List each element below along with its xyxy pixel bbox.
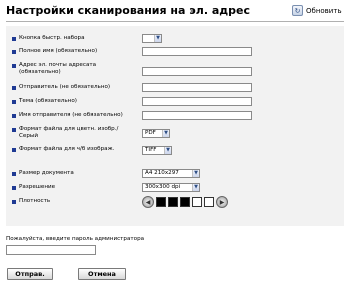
bullet-icon: [12, 186, 16, 190]
density-level-box[interactable]: [180, 197, 190, 207]
bullet-icon: [12, 64, 16, 68]
speed-dial-select[interactable]: ▼: [142, 34, 162, 43]
doc-size-value: A4 210x297: [145, 170, 179, 176]
chevron-down-icon: ▼: [164, 147, 171, 154]
bullet-icon: [12, 200, 16, 204]
bullet-icon: [12, 148, 16, 152]
refresh-label: Обновить: [306, 6, 342, 15]
chevron-down-icon: ▼: [192, 184, 199, 191]
density-level-box[interactable]: [156, 197, 166, 207]
color-format-select[interactable]: PDF ▼: [142, 129, 170, 138]
density-level-box[interactable]: [192, 197, 202, 207]
bw-format-value: TIFF: [145, 147, 157, 153]
admin-password-input[interactable]: [6, 245, 96, 255]
density-decrease-button[interactable]: ◀: [142, 196, 154, 208]
admin-password-label: Пожалуйста, введите пароль администратор…: [6, 236, 145, 242]
cancel-button[interactable]: Отмена: [78, 268, 126, 280]
refresh-link[interactable]: ↻ Обновить: [292, 5, 342, 16]
sender-name-label: Имя отправителя (не обязательно): [19, 112, 123, 118]
density-control: ◀ ▶: [142, 196, 228, 208]
bw-format-select[interactable]: TIFF ▼: [142, 146, 172, 155]
chevron-down-icon: ▼: [192, 170, 199, 177]
bullet-icon: [12, 100, 16, 104]
submit-button[interactable]: Отправ.: [7, 268, 53, 280]
doc-size-label: Размер документа: [19, 170, 74, 176]
color-format-label: Формат файла для цветн. изобр./Серый: [19, 126, 119, 139]
density-label: Плотность: [19, 198, 51, 204]
subject-label: Тема (обязательно): [19, 98, 77, 104]
resolution-select[interactable]: 300x300 dpi ▼: [142, 183, 200, 192]
full-name-input[interactable]: [142, 47, 252, 56]
speed-dial-label: Кнопка быстр. набора: [19, 35, 85, 41]
bullet-icon: [12, 128, 16, 132]
chevron-down-icon: ▼: [154, 35, 161, 42]
refresh-icon: ↻: [292, 5, 303, 16]
sender-name-input[interactable]: [142, 111, 252, 120]
full-name-label: Полное имя (обязательно): [19, 48, 98, 54]
bullet-icon: [12, 50, 16, 54]
bullet-icon: [12, 114, 16, 118]
subject-input[interactable]: [142, 97, 252, 106]
settings-panel: Кнопка быстр. набора ▼ Полное имя (обяза…: [6, 26, 344, 226]
density-increase-button[interactable]: ▶: [216, 196, 228, 208]
bullet-icon: [12, 37, 16, 41]
density-level-indicator: [154, 197, 214, 207]
title-divider: [6, 21, 344, 22]
sender-input[interactable]: [142, 83, 252, 92]
density-level-box[interactable]: [168, 197, 178, 207]
chevron-down-icon: ▼: [162, 130, 169, 137]
resolution-value: 300x300 dpi: [145, 184, 181, 190]
doc-size-select[interactable]: A4 210x297 ▼: [142, 169, 200, 178]
resolution-label: Разрешение: [19, 184, 56, 190]
density-level-box[interactable]: [204, 197, 214, 207]
page-title: Настройки сканирования на эл. адрес: [6, 4, 250, 17]
email-label: Адрес эл. почты адресата (обязательно): [19, 62, 97, 75]
color-format-value: PDF: [145, 130, 156, 136]
bullet-icon: [12, 86, 16, 90]
sender-label: Отправитель (не обязательно): [19, 84, 111, 90]
email-input[interactable]: [142, 67, 252, 76]
bw-format-label: Формат файла для ч/б изображ.: [19, 146, 115, 152]
bullet-icon: [12, 172, 16, 176]
